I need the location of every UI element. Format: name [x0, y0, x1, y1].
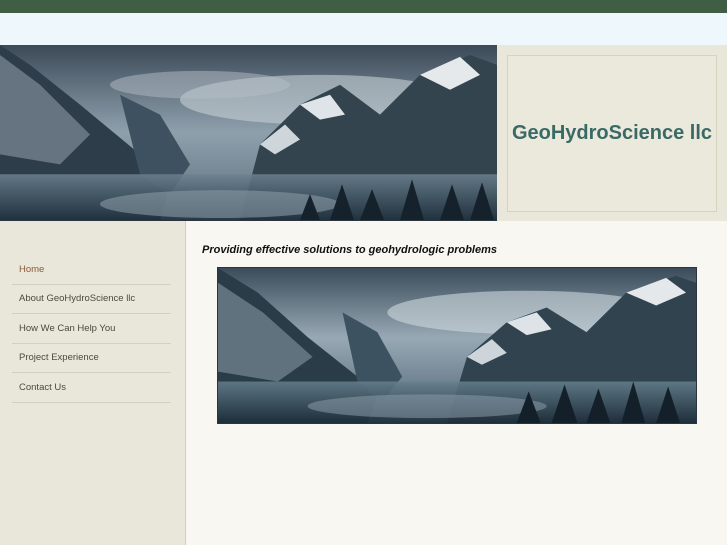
- header-title-panel: GeoHydroScience llc: [497, 45, 727, 221]
- nav-item-home[interactable]: Home: [12, 255, 171, 285]
- nav-item-project-experience[interactable]: Project Experience: [12, 344, 171, 373]
- main-content: Providing effective solutions to geohydr…: [186, 221, 727, 545]
- nav-item-about[interactable]: About GeoHydroScience llc: [12, 285, 171, 314]
- content-photo: [217, 267, 697, 424]
- header-strip: [0, 13, 727, 45]
- top-bar: [0, 0, 727, 13]
- nav-item-how-we-can-help[interactable]: How We Can Help You: [12, 314, 171, 344]
- header-banner-image: [0, 45, 497, 221]
- sidebar: Home About GeoHydroScience llc How We Ca…: [0, 221, 186, 545]
- nav-item-contact-us[interactable]: Contact Us: [12, 373, 171, 403]
- sidebar-nav: Home About GeoHydroScience llc How We Ca…: [12, 255, 171, 403]
- site-title[interactable]: GeoHydroScience llc: [512, 122, 712, 145]
- site-title-box: GeoHydroScience llc: [507, 55, 717, 212]
- page-tagline: Providing effective solutions to geohydr…: [202, 244, 498, 256]
